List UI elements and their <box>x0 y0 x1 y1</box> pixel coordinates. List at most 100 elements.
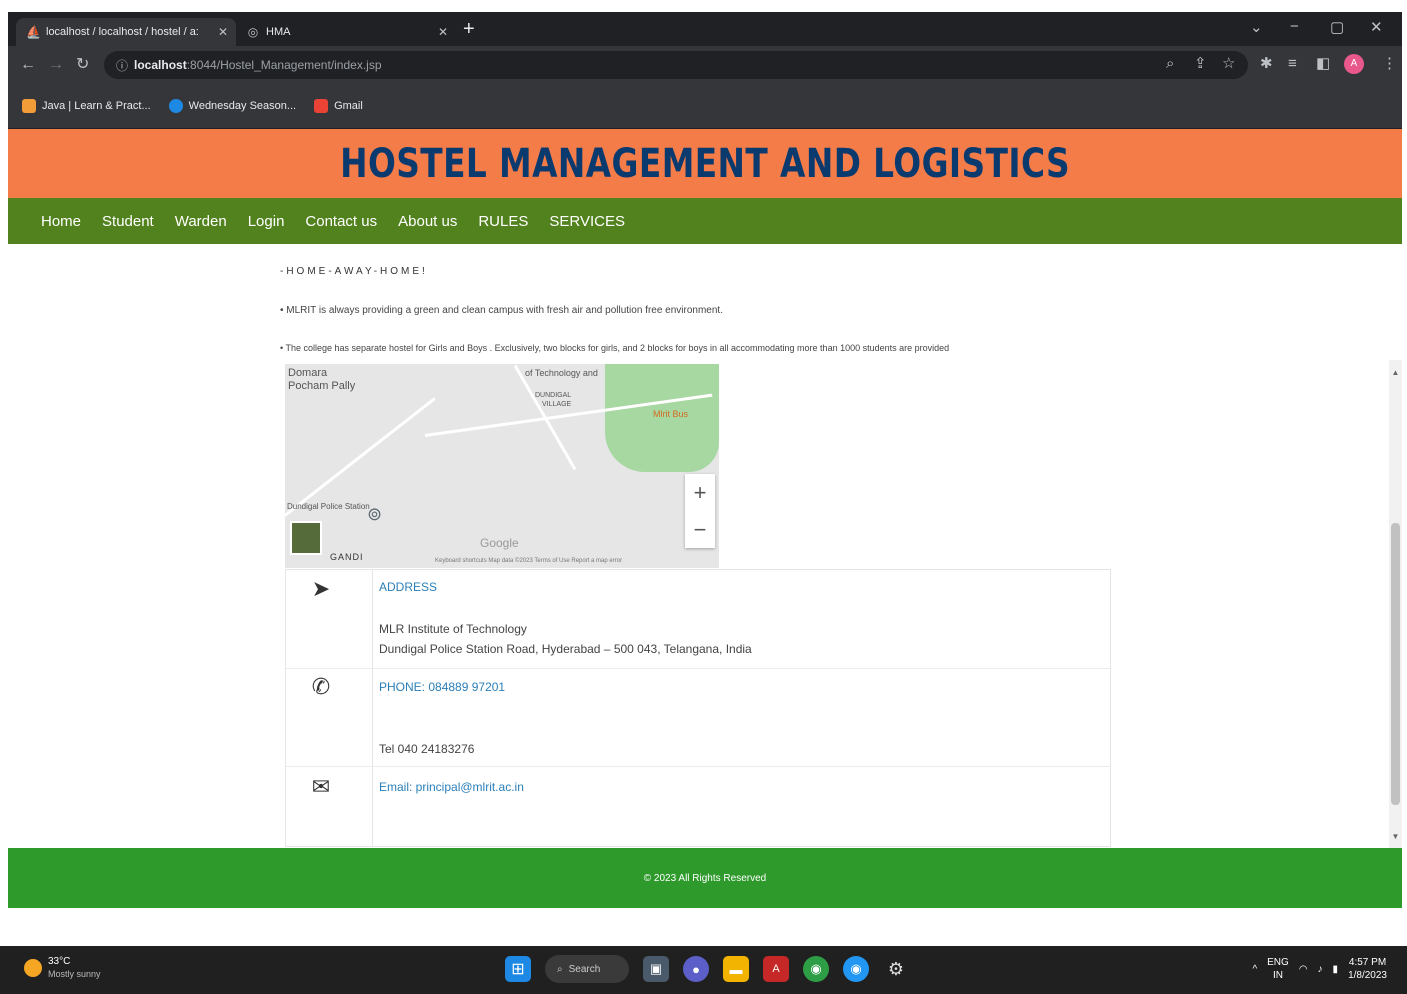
location-pin-icon[interactable]: ⊚ <box>367 504 382 525</box>
nav-services[interactable]: SERVICES <box>549 213 625 230</box>
clock-date: 1/8/2023 <box>1348 970 1387 981</box>
weather-widget[interactable]: 33°C Mostly sunny <box>24 956 101 980</box>
scroll-up-icon[interactable]: ▲ <box>1389 368 1402 377</box>
globe-icon: ◎ <box>247 25 259 39</box>
map-attribution[interactable]: Keyboard shortcuts Map data ©2023 Terms … <box>435 558 622 564</box>
row-divider <box>286 668 1110 669</box>
intro-paragraph-1: • MLRIT is always providing a green and … <box>280 305 723 316</box>
search-icon: ⌕ <box>557 963 563 975</box>
nav-rules[interactable]: RULES <box>478 213 528 230</box>
wifi-icon[interactable]: ◠ <box>1299 964 1308 975</box>
envelope-icon: ✉ <box>311 774 331 799</box>
search-label: Search <box>568 963 601 975</box>
clock-time: 4:57 PM <box>1348 957 1387 968</box>
nav-login[interactable]: Login <box>248 213 285 230</box>
map-label: GANDI <box>330 552 364 562</box>
chrome-icon[interactable]: ◉ <box>843 956 869 982</box>
profile-avatar[interactable]: A <box>1344 54 1364 74</box>
back-icon[interactable]: ← <box>20 56 36 74</box>
tab-phpmyadmin[interactable]: ⛵ localhost / localhost / hostel / a: ✕ <box>16 18 236 46</box>
share-icon[interactable]: ⇪ <box>1194 55 1207 73</box>
system-tray: ^ ENG IN ◠ ♪ ▮ 4:57 PM 1/8/2023 <box>1252 956 1387 982</box>
zoom-icon[interactable]: ⌕ <box>1166 55 1174 73</box>
bookmark-star-icon[interactable]: ☆ <box>1222 55 1235 73</box>
browser-window: ⛵ localhost / localhost / hostel / a: ✕ … <box>8 12 1402 908</box>
zoom-out-button[interactable]: − <box>685 511 715 548</box>
extensions-icon[interactable]: ✱ <box>1260 55 1273 73</box>
url-host: localhost <box>134 58 187 72</box>
nav-about-us[interactable]: About us <box>398 213 457 230</box>
bookmark-wednesday[interactable]: Wednesday Season... <box>168 99 297 113</box>
tab-hma[interactable]: ◎ HMA ✕ <box>236 18 456 46</box>
forward-icon[interactable]: → <box>48 56 64 74</box>
bookmarks-bar: Java | Learn & Pract... Wednesday Season… <box>8 84 1402 129</box>
contact-table: ➤ ADDRESS MLR Institute of Technology Du… <box>285 569 1111 847</box>
new-tab-button[interactable]: + <box>463 19 475 39</box>
gmail-icon <box>314 99 329 113</box>
url-field[interactable]: ⓘ localhost :8044/Hostel_Management/inde… <box>104 51 1248 79</box>
chevron-up-icon[interactable]: ^ <box>1252 964 1257 975</box>
nav-warden[interactable]: Warden <box>175 213 227 230</box>
main-content: -HOME-AWAY-HOME! • MLRIT is always provi… <box>280 244 1390 848</box>
site-footer: © 2023 All Rights Reserved <box>8 848 1402 908</box>
main-nav: Home Student Warden Login Contact us Abo… <box>8 198 1402 244</box>
windows-start-icon[interactable]: ⊞ <box>505 956 531 982</box>
minimize-button[interactable]: − <box>1290 18 1299 35</box>
google-logo: Google <box>480 536 519 550</box>
windows-taskbar: 33°C Mostly sunny ⊞ ⌕ Search ▣ ● ▬ A ◉ ◉… <box>0 946 1407 994</box>
close-window-button[interactable]: ✕ <box>1370 18 1383 36</box>
address-label: ADDRESS <box>379 580 438 594</box>
chrome-alt-icon[interactable]: ◉ <box>803 956 829 982</box>
language-code: ENG <box>1267 957 1289 968</box>
phpmyadmin-icon: ⛵ <box>26 25 41 39</box>
embedded-map[interactable]: Domara Pocham Pally of Technology and DU… <box>285 364 719 568</box>
play-bookmark-icon <box>168 99 183 113</box>
map-satellite-toggle[interactable] <box>290 521 322 555</box>
weather-sun-icon <box>24 959 42 977</box>
map-label: Domara <box>288 367 328 379</box>
address-line-2: Dundigal Police Station Road, Hyderabad … <box>379 642 752 656</box>
tab-title: localhost / localhost / hostel / a: <box>46 26 199 38</box>
bookmark-label: Gmail <box>334 100 363 112</box>
battery-icon[interactable]: ▮ <box>1333 964 1339 975</box>
acrobat-icon[interactable]: A <box>763 956 789 982</box>
settings-gear-icon[interactable]: ⚙ <box>883 956 909 982</box>
scroll-down-icon[interactable]: ▼ <box>1389 832 1402 841</box>
reading-list-icon[interactable]: ≡ <box>1288 55 1297 73</box>
address-bar-row: ← → ↻ ⓘ localhost :8044/Hostel_Managemen… <box>8 46 1402 84</box>
close-icon[interactable]: ✕ <box>438 25 448 39</box>
bookmark-gmail[interactable]: Gmail <box>314 99 363 113</box>
nav-home[interactable]: Home <box>41 213 81 230</box>
map-label: Mlrit Bus <box>653 409 689 419</box>
tab-title: HMA <box>266 26 291 38</box>
page-scrollbar[interactable]: ▲ ▼ <box>1389 360 1402 848</box>
site-info-icon[interactable]: ⓘ <box>116 57 128 74</box>
teams-icon[interactable]: ● <box>683 956 709 982</box>
tab-search-icon[interactable]: ⌄ <box>1250 18 1263 36</box>
region-code: IN <box>1272 970 1283 981</box>
zoom-in-button[interactable]: + <box>685 474 715 511</box>
reload-icon[interactable]: ↻ <box>76 56 89 74</box>
map-label: Pocham Pally <box>288 380 356 392</box>
task-view-icon[interactable]: ▣ <box>643 956 669 982</box>
menu-kebab-icon[interactable]: ⋮ <box>1382 55 1397 73</box>
url-path: :8044/Hostel_Management/index.jsp <box>186 58 382 72</box>
bookmark-java[interactable]: Java | Learn & Pract... <box>22 99 151 113</box>
maximize-button[interactable]: ▢ <box>1330 18 1344 36</box>
email-link[interactable]: Email: principal@mlrit.ac.in <box>379 780 524 794</box>
section-heading: -HOME-AWAY-HOME! <box>280 266 428 277</box>
row-divider <box>286 766 1110 767</box>
side-panel-icon[interactable]: ◧ <box>1316 55 1330 73</box>
taskbar-search[interactable]: ⌕ Search <box>545 955 629 983</box>
nav-student[interactable]: Student <box>102 213 154 230</box>
site-banner: HOSTEL MANAGEMENT AND LOGISTICS <box>8 129 1402 198</box>
bookmark-label: Wednesday Season... <box>188 100 297 112</box>
close-icon[interactable]: ✕ <box>218 25 228 39</box>
nav-contact-us[interactable]: Contact us <box>305 213 377 230</box>
scrollbar-thumb[interactable] <box>1391 523 1400 805</box>
volume-icon[interactable]: ♪ <box>1318 964 1323 975</box>
file-explorer-icon[interactable]: ▬ <box>723 956 749 982</box>
language-indicator[interactable]: ENG IN <box>1267 956 1289 982</box>
clock[interactable]: 4:57 PM 1/8/2023 <box>1348 956 1387 982</box>
phone-label[interactable]: PHONE: 084889 97201 <box>379 680 505 694</box>
